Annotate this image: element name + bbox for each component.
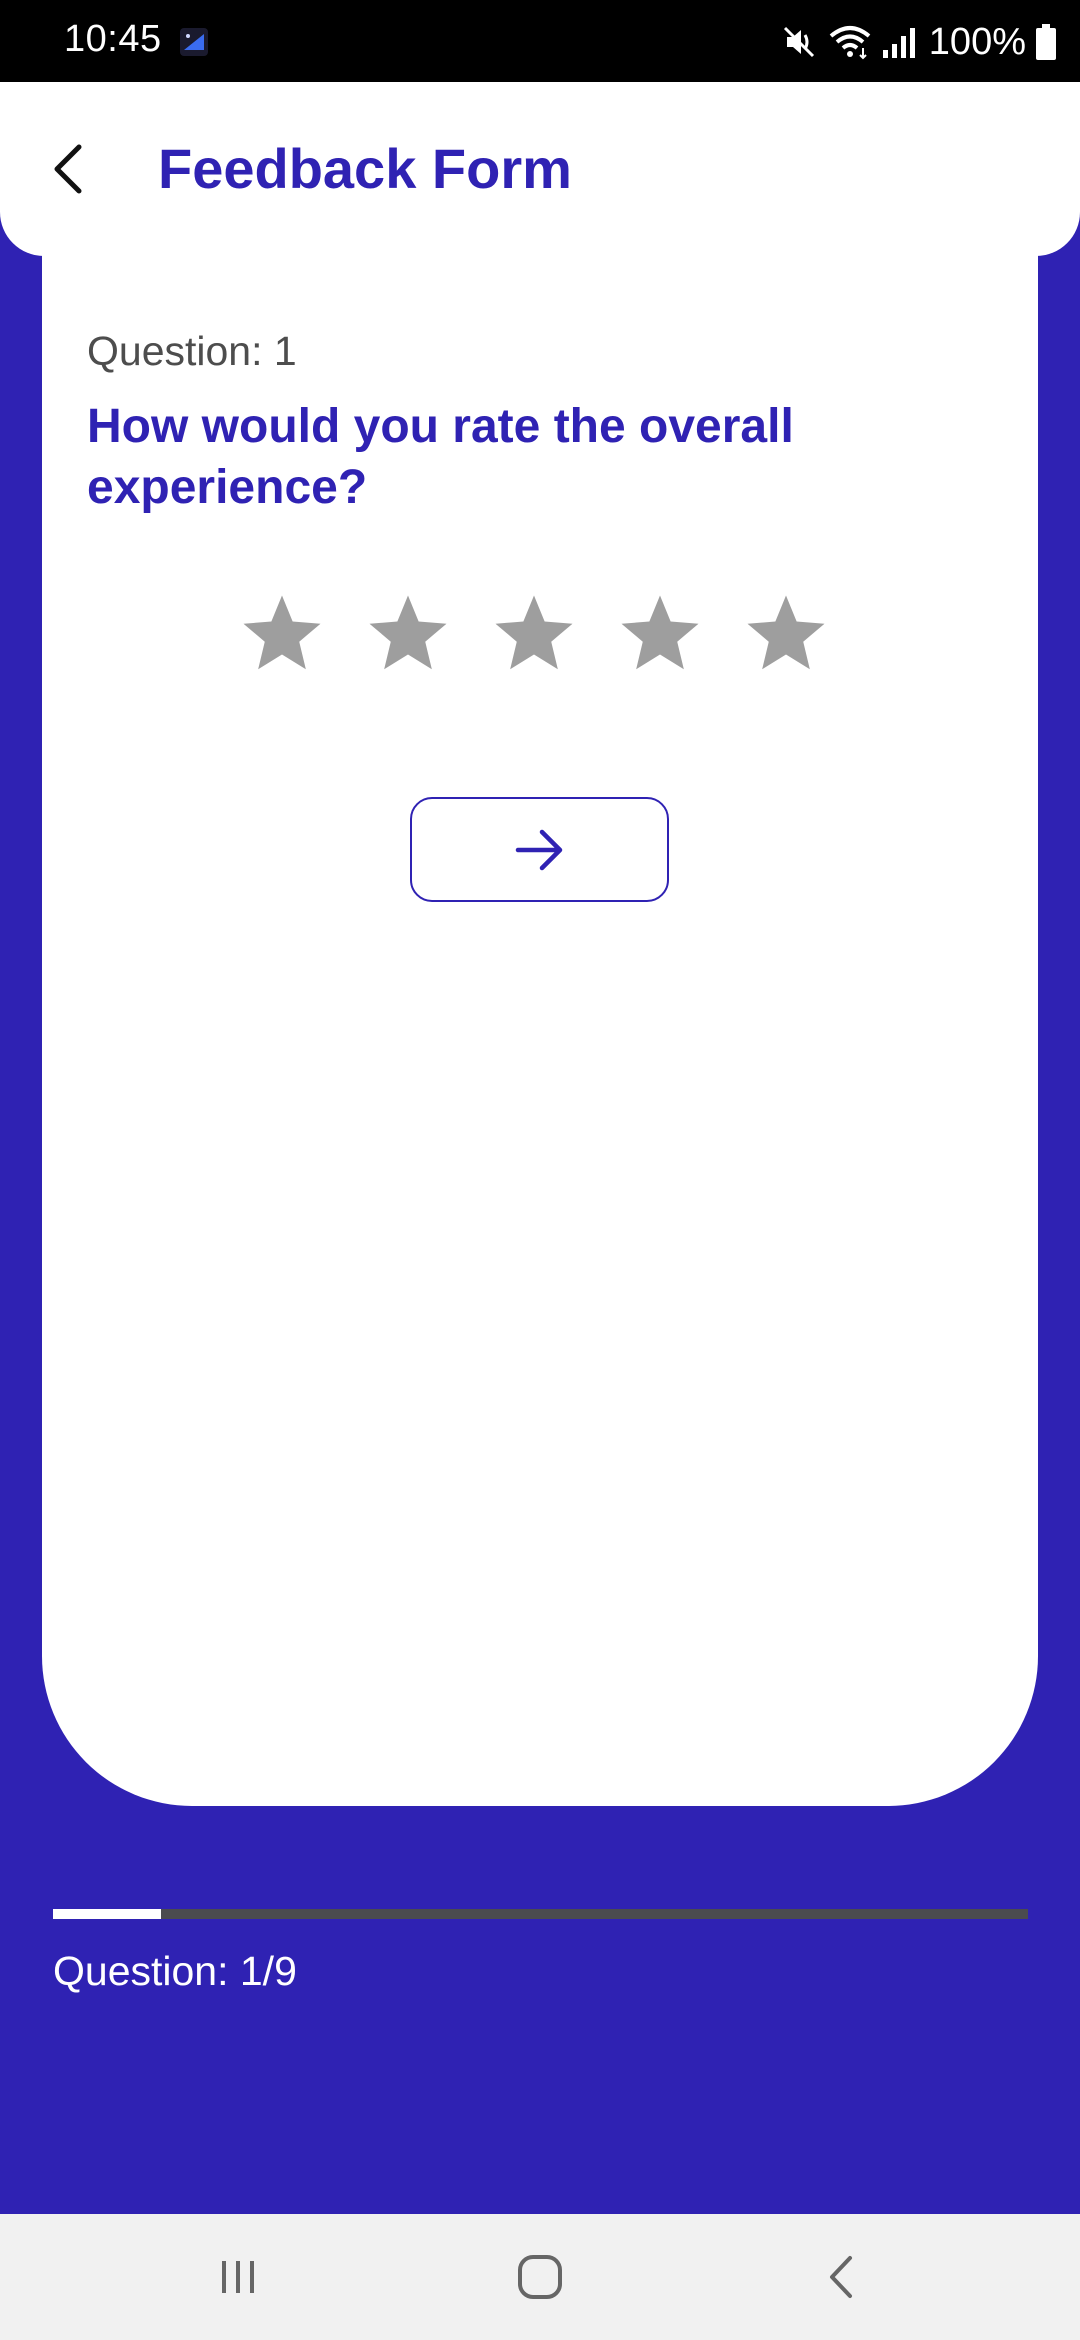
status-bar: 10:45 100% [0, 0, 1080, 82]
wifi-icon [829, 26, 871, 60]
next-button[interactable] [410, 797, 669, 902]
back-button[interactable] [34, 134, 104, 204]
status-time: 10:45 [64, 18, 162, 60]
system-back-button[interactable] [807, 2242, 877, 2312]
recent-apps-icon [222, 2261, 254, 2293]
star-rating [238, 590, 830, 678]
star-icon[interactable] [490, 590, 578, 678]
question-text: How would you rate the overall experienc… [87, 400, 794, 514]
recent-apps-button[interactable] [203, 2242, 273, 2312]
question-card: Question: 1 How would you rate the overa… [42, 200, 1038, 1806]
arrow-right-icon [515, 829, 562, 870]
back-icon [830, 2256, 852, 2298]
star-icon[interactable] [742, 590, 830, 678]
status-icons: 100% [779, 14, 1058, 70]
battery-icon [1036, 24, 1056, 60]
chevron-left-icon [54, 144, 82, 194]
progress-fill [53, 1909, 162, 1919]
star-icon[interactable] [364, 590, 452, 678]
progress-bar [53, 1909, 1028, 1919]
home-icon [518, 2255, 562, 2299]
home-button[interactable] [505, 2242, 575, 2312]
app-bar: Feedback Form [0, 82, 1080, 256]
progress-label: Question: 1/9 [53, 1948, 297, 1994]
signal-icon [882, 28, 915, 58]
star-icon[interactable] [238, 590, 326, 678]
page-title: Feedback Form [158, 137, 572, 200]
system-nav-bar [0, 2214, 1080, 2340]
question-number: Question: 1 [87, 328, 297, 374]
battery-percent: 100% [928, 20, 1026, 63]
star-icon[interactable] [616, 590, 704, 678]
mute-icon [783, 26, 814, 58]
app-notification-icon [180, 28, 208, 56]
